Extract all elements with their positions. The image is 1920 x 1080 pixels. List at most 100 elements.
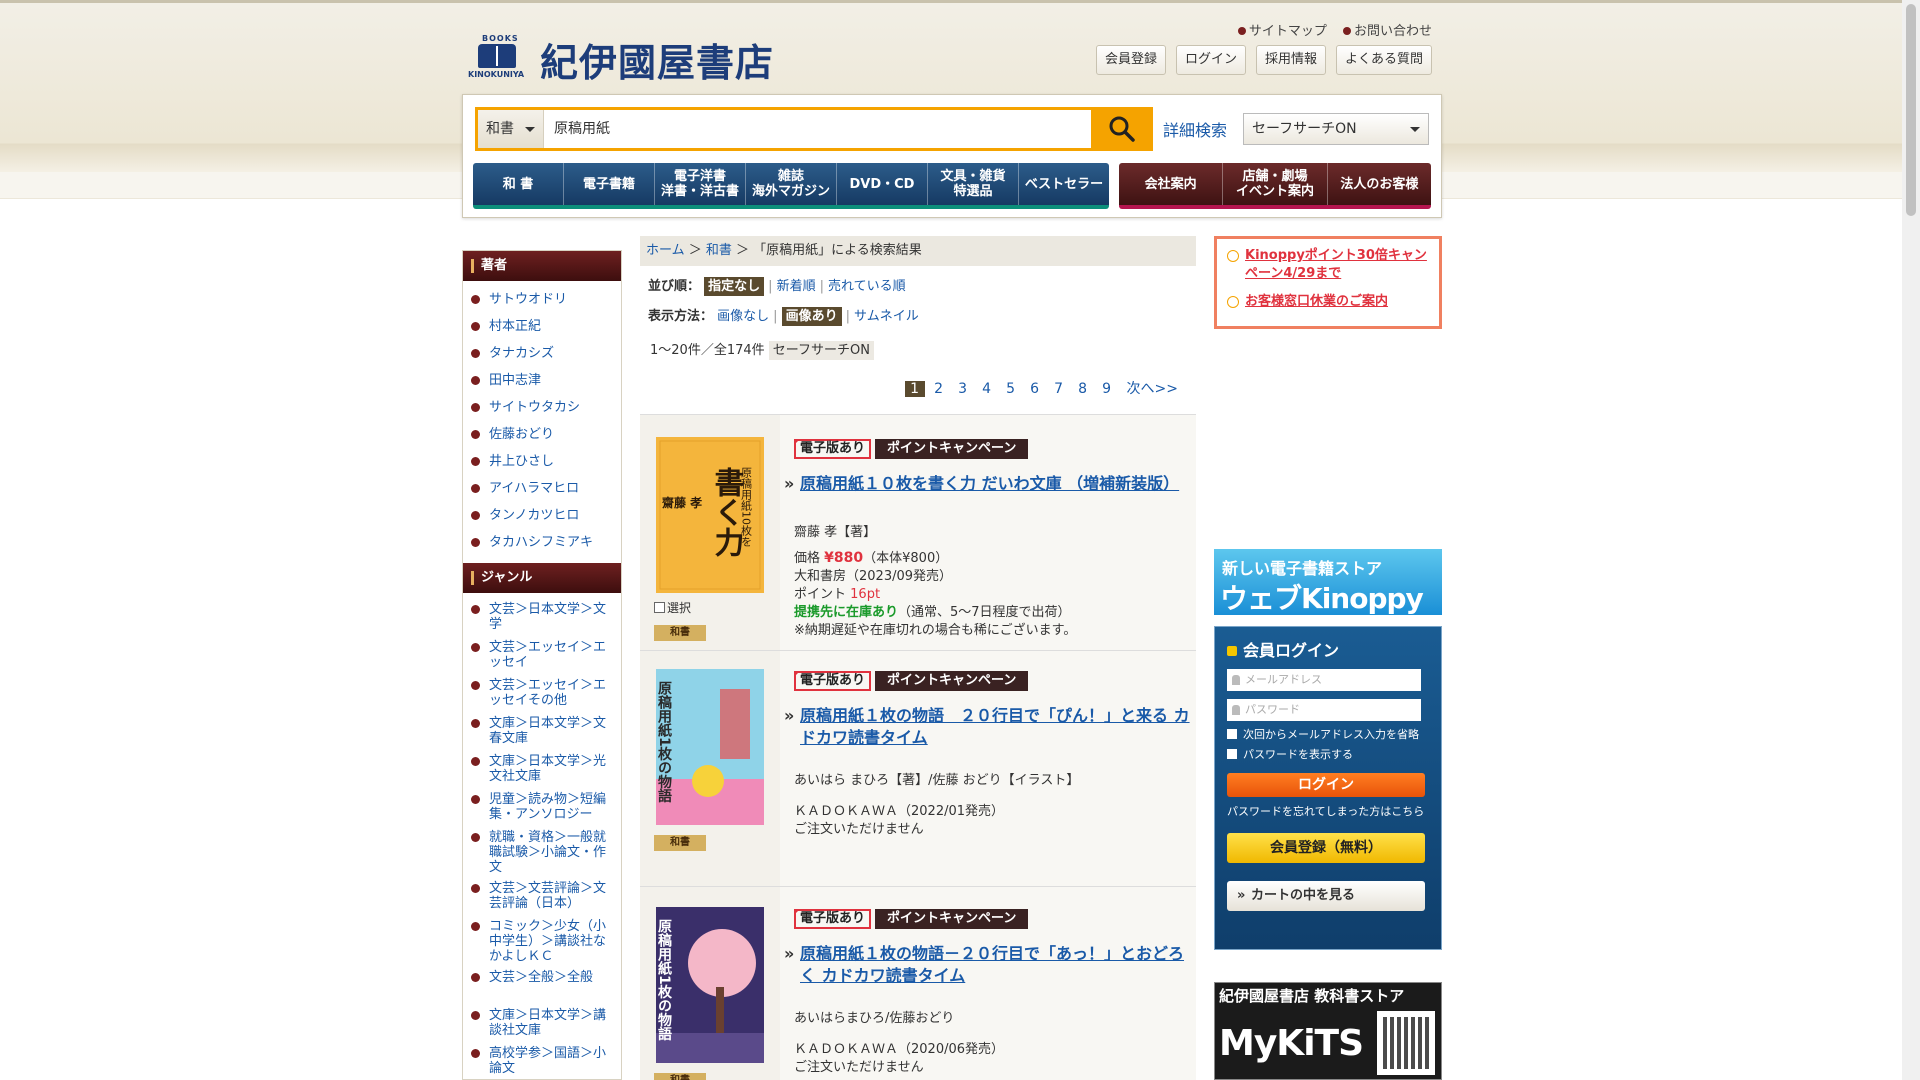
result-count: 1〜20件／全174件 セーフサーチON [640, 340, 1196, 362]
forgot-password-link[interactable]: パスワードを忘れてしまった方はこちら [1227, 803, 1429, 819]
sort-newest[interactable]: 新着順 [777, 279, 816, 294]
author-link[interactable]: アイハラマヒロ [463, 476, 621, 503]
login-submit-button[interactable]: ログイン [1227, 773, 1425, 797]
campaign-link-kinoppy[interactable]: Kinoppyポイント30倍キャンペーン4/29まで [1225, 247, 1435, 283]
category-select[interactable]: 和書 [478, 110, 544, 148]
login-button[interactable]: ログイン [1175, 45, 1246, 75]
page-7[interactable]: 7 [1049, 381, 1069, 397]
sort-bestselling[interactable]: 売れている順 [828, 279, 906, 294]
nav-stationery[interactable]: 文具・雑貨 特選品 [928, 163, 1019, 205]
nav-bestseller[interactable]: ベストセラー [1019, 163, 1109, 205]
display-noimage[interactable]: 画像なし [717, 309, 769, 324]
genre-link[interactable]: 文庫＞日本文学＞文春文庫 [463, 713, 621, 751]
breadcrumb-home[interactable]: ホーム [646, 243, 685, 258]
nav-magazines[interactable]: 雑誌 海外マガジン [746, 163, 837, 205]
brand-name[interactable]: 紀伊國屋書店 [540, 32, 774, 87]
page-8[interactable]: 8 [1073, 381, 1093, 397]
safe-search-select[interactable]: セーフサーチON [1243, 113, 1429, 145]
checkbox-icon [1227, 749, 1237, 759]
genre-link[interactable]: コミック＞少女（小中学生）＞講談社なかよしＫＣ [463, 916, 621, 967]
washo-badge: 和書 [654, 835, 706, 851]
author-list: サトウオドリ 村本正紀 タナカシズ 田中志津 サイトウタカシ 佐藤おどり 井上ひさし アイハラ… [463, 281, 621, 563]
author-link[interactable]: 田中志津 [463, 368, 621, 395]
genre-link[interactable]: 文芸＞日本文学＞文学 [463, 599, 621, 637]
page-9[interactable]: 9 [1097, 381, 1117, 397]
book-cover[interactable]: 原稿用紙1枚の物語 [656, 669, 764, 825]
page-4[interactable]: 4 [977, 381, 997, 397]
result-item: 原稿用紙1枚の物語 和書 電子版ありポイントキャンペーン 原稿用紙１枚の物語 ２… [640, 651, 1196, 887]
author-link[interactable]: タンノカツヒロ [463, 503, 621, 530]
genre-link[interactable]: 文庫＞日本文学＞光文社文庫 [463, 751, 621, 789]
author-link[interactable]: 村本正紀 [463, 314, 621, 341]
breadcrumb-washo[interactable]: 和書 [706, 243, 732, 258]
page-next[interactable]: 次へ>> [1127, 378, 1178, 398]
display-selected[interactable]: 画像あり [781, 307, 842, 326]
password-field[interactable]: パスワード [1227, 699, 1421, 721]
nav-foreign-books[interactable]: 電子洋書 洋書・洋古書 [655, 163, 746, 205]
email-field[interactable]: メールアドレス [1227, 669, 1421, 691]
genre-link[interactable]: 高校学参＞国語＞小論文 [463, 1043, 621, 1080]
nav-ebooks[interactable]: 電子書籍 [564, 163, 655, 205]
search-button[interactable] [1091, 107, 1153, 151]
register-button[interactable]: 会員登録 [1095, 45, 1166, 75]
genre-heading: ジャンル [463, 563, 621, 593]
page-6[interactable]: 6 [1025, 381, 1045, 397]
kinokuniya-logo[interactable]: BOOKS KINOKUNIYA [468, 34, 526, 80]
genre-link[interactable]: 児童＞読み物＞短編集・アンソロジー [463, 789, 621, 827]
recruit-button[interactable]: 採用情報 [1255, 45, 1326, 75]
nav-stores-events[interactable]: 店舗・劇場 イベント案内 [1223, 163, 1328, 205]
genre-link[interactable]: 文芸＞文芸評論＞文芸評論（日本） [463, 878, 621, 916]
author-link[interactable]: 佐藤おどり [463, 422, 621, 449]
result-title-link[interactable]: 原稿用紙１枚の物語 ２０行目で「ぴん！」と来る カドカワ読書タイム [784, 705, 1194, 749]
nav-corporate[interactable]: 法人のお客様 [1328, 163, 1431, 205]
sitemap-link[interactable]: サイトマップ [1237, 24, 1327, 39]
nav-washo[interactable]: 和 書 [473, 163, 564, 205]
author-link[interactable]: タナカシズ [463, 341, 621, 368]
result-title-link[interactable]: 原稿用紙１０枚を書く力 だいわ文庫 （増補新装版） [784, 473, 1194, 495]
result-title-link[interactable]: 原稿用紙１枚の物語－２０行目で「あっ！」とおどろく カドカワ読書タイム [784, 943, 1194, 987]
contact-link[interactable]: お問い合わせ [1342, 24, 1432, 39]
genre-link[interactable]: 就職・資格＞一般就職試験＞小論文・作文 [463, 827, 621, 878]
genre-link[interactable]: 文芸＞全般＞全般 [463, 967, 621, 1005]
display-row: 表示方法： 画像なし | 画像あり | サムネイル [648, 307, 919, 326]
campaign-box: Kinoppyポイント30倍キャンペーン4/29まで お客様窓口休業のご案内 [1214, 236, 1442, 329]
svg-text:齋藤 孝: 齋藤 孝 [661, 495, 702, 510]
member-login-panel: 会員ログイン メールアドレス パスワード 次回からメールアドレス入力を省略 パス… [1214, 626, 1442, 950]
book-cover[interactable]: 書く力 原稿用紙10枚を 齋藤 孝 [656, 437, 764, 593]
web-kinoppy-banner[interactable]: 新しい電子書籍ストア ウェブKinoppy [1214, 549, 1442, 615]
remember-email-checkbox[interactable]: 次回からメールアドレス入力を省略 [1227, 729, 1429, 741]
book-cover[interactable]: 原稿用紙1枚の物語 [656, 907, 764, 1063]
mykits-banner[interactable]: 紀伊國屋書店 教科書ストア MyKiTS [1214, 982, 1442, 1080]
washo-badge: 和書 [654, 1073, 706, 1080]
faq-button[interactable]: よくある質問 [1335, 45, 1432, 75]
page-2[interactable]: 2 [929, 381, 949, 397]
scrollbar-thumb[interactable] [1906, 4, 1916, 216]
show-password-checkbox[interactable]: パスワードを表示する [1227, 749, 1429, 761]
genre-link[interactable]: 文庫＞日本文学＞講談社文庫 [463, 1005, 621, 1043]
genre-link[interactable]: 文芸＞エッセイ＞エッセイその他 [463, 675, 621, 713]
display-thumbnail[interactable]: サムネイル [854, 309, 919, 324]
bullet-icon [1237, 27, 1246, 35]
select-checkbox[interactable]: 選択 [654, 599, 691, 616]
page-5[interactable]: 5 [1001, 381, 1021, 397]
view-cart-button[interactable]: カートの中を見る [1227, 881, 1425, 911]
free-register-button[interactable]: 会員登録（無料） [1227, 833, 1425, 863]
genre-link[interactable]: 文芸＞エッセイ＞エッセイ [463, 637, 621, 675]
unavailable-notice: ご注文いただけません [794, 1060, 924, 1075]
publisher: 大和書房（2023/09発売） [794, 569, 953, 584]
author-link[interactable]: 井上ひさし [463, 449, 621, 476]
nav-company[interactable]: 会社案内 [1119, 163, 1224, 205]
author-link[interactable]: タカハシフミアキ [463, 530, 621, 557]
result-meta: ＫＡＤＯＫＡＷＡ（2022/01発売） ご注文いただけません [794, 803, 1004, 839]
campaign-link-closure[interactable]: お客様窓口休業のご案内 [1225, 293, 1435, 311]
sort-selected[interactable]: 指定なし [704, 277, 765, 296]
search-input[interactable]: 原稿用紙 [554, 110, 1074, 148]
nav-dvd-cd[interactable]: DVD・CD [837, 163, 928, 205]
breadcrumb-sep: ＞ [684, 243, 706, 258]
page-scrollbar[interactable] [1902, 0, 1920, 1080]
advanced-search-link[interactable]: 詳細検索 [1163, 117, 1227, 141]
author-link[interactable]: サイトウタカシ [463, 395, 621, 422]
result-author: あいはら まひろ【著】/佐藤 おどり【イラスト】 [794, 773, 1080, 788]
page-3[interactable]: 3 [953, 381, 973, 397]
author-link[interactable]: サトウオドリ [463, 287, 621, 314]
